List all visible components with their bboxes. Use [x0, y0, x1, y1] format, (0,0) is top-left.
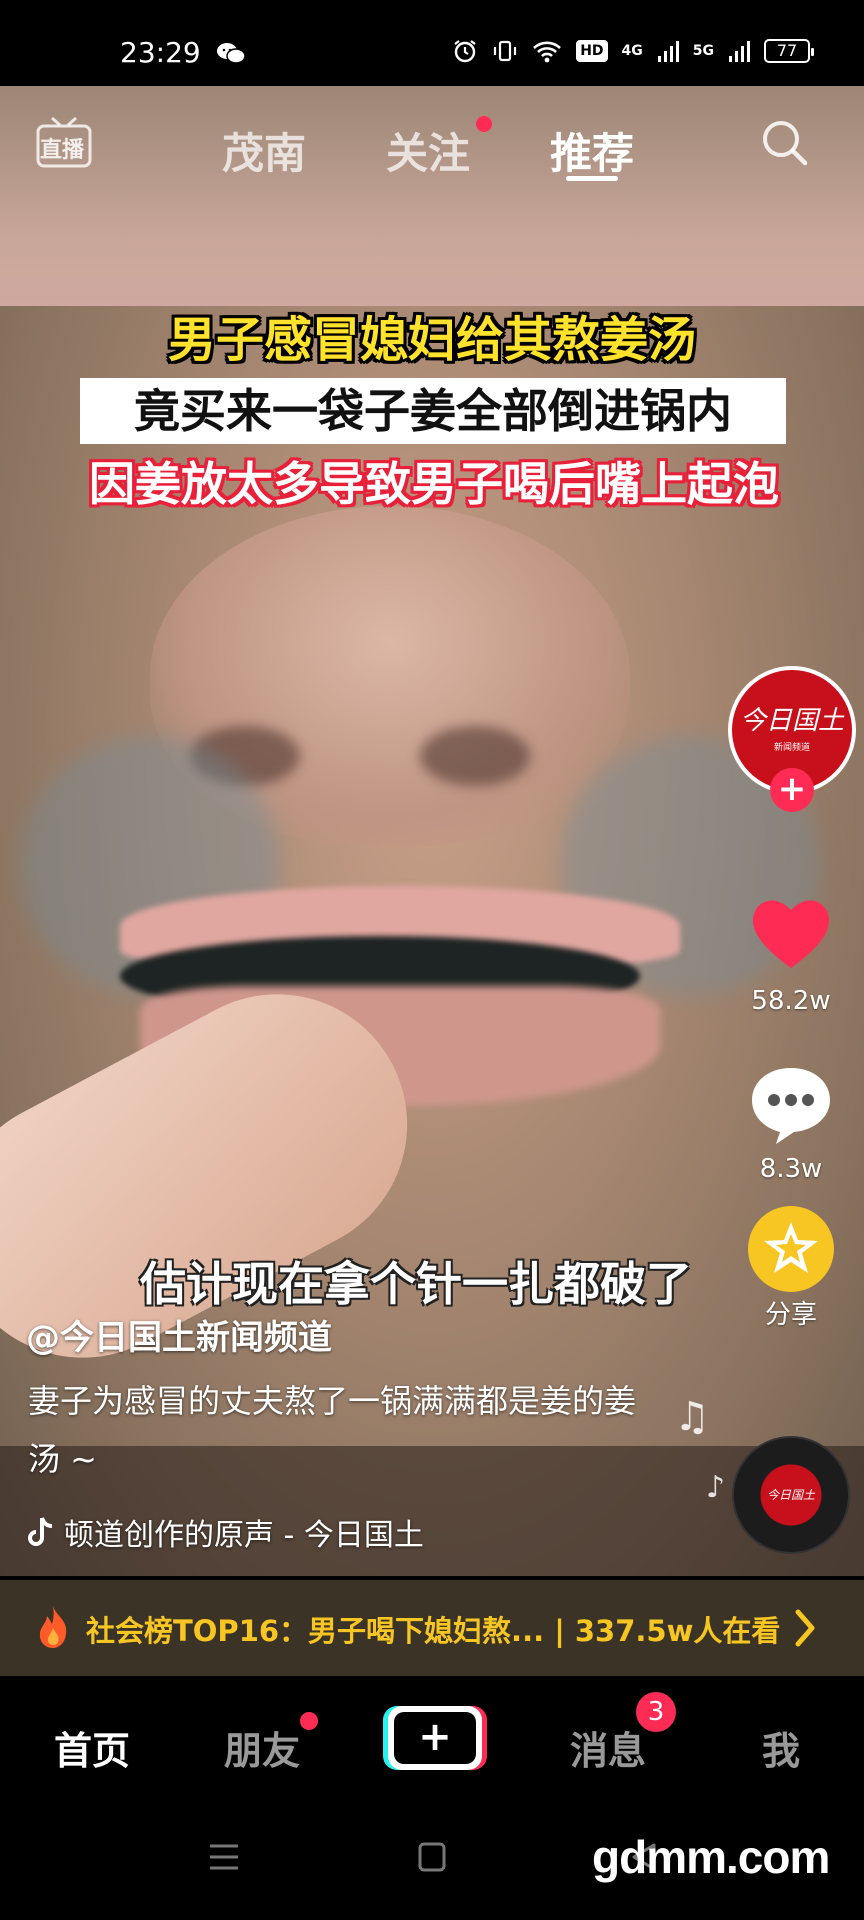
wifi-icon	[533, 41, 562, 63]
menu-icon[interactable]	[208, 1842, 240, 1872]
video-subtitle: 估计现在拿个针一扎都破了	[140, 1257, 692, 1311]
tiktok-note-icon	[28, 1517, 53, 1546]
home-square-icon[interactable]	[418, 1842, 446, 1872]
share-button[interactable]	[748, 1206, 834, 1292]
network-5g-label: 5G	[692, 43, 714, 59]
messages-badge: 3	[636, 1692, 676, 1732]
tab-me[interactable]: 我	[762, 1720, 800, 1775]
vibrate-icon	[494, 40, 517, 62]
app-root: 23:29 HD 4G 5G 77 男子感冒媳妇给其熬姜汤 竟买来一袋子姜全部倒…	[0, 0, 864, 1920]
battery-indicator: 77	[764, 39, 814, 63]
status-bar: 23:29 HD 4G 5G 77	[0, 0, 864, 86]
music-note-icon: ♫	[674, 1394, 710, 1440]
tab-local[interactable]: 茂南	[222, 120, 306, 181]
plus-icon: +	[394, 1712, 476, 1764]
tab-friends[interactable]: 朋友	[224, 1720, 300, 1775]
chevron-right-icon	[795, 1609, 815, 1647]
video-caption-line-1: 男子感冒媳妇给其熬姜汤	[167, 312, 696, 368]
share-star-icon	[764, 1222, 818, 1273]
music-title: 顿道创作的原声 - 今日国土	[64, 1518, 424, 1553]
fire-icon	[39, 1606, 67, 1648]
hd-badge: HD	[576, 40, 608, 62]
disc-logo-text: 今日国土	[766, 1488, 815, 1502]
following-dot	[476, 116, 492, 132]
signal-icon-2	[729, 41, 750, 62]
post-description[interactable]: 妻子为感冒的丈夫熬了一锅满满都是姜的姜汤 ~	[28, 1372, 648, 1488]
music-note-small-icon: ♪	[706, 1470, 726, 1505]
like-heart-icon[interactable]	[746, 888, 836, 978]
network-4g-label: 4G	[621, 43, 643, 59]
video-caption-line-2: 竟买来一袋子姜全部倒进锅内	[80, 378, 786, 444]
active-tab-indicator	[566, 176, 618, 181]
live-label: 直播	[40, 138, 85, 163]
wechat-icon	[217, 43, 246, 64]
music-info[interactable]: 顿道创作的原声 - 今日国土	[26, 1510, 424, 1554]
search-icon[interactable]	[758, 116, 812, 170]
status-time: 23:29	[120, 36, 201, 69]
hot-list-banner[interactable]: 社会榜TOP16：男子喝下媳妇熬... | 337.5w人在看	[0, 1580, 864, 1676]
tab-following[interactable]: 关注	[386, 120, 470, 181]
tab-messages[interactable]: 消息	[570, 1720, 646, 1775]
signal-icon	[657, 41, 679, 62]
follow-button[interactable]: +	[770, 768, 814, 812]
video-nostril-right	[420, 726, 530, 786]
like-count: 58.2w	[751, 986, 831, 1016]
video-caption-line-3: 因姜放太多导致男子喝后嘴上起泡	[89, 457, 779, 511]
tab-home[interactable]: 首页	[54, 1720, 130, 1775]
author-name[interactable]: @今日国土新闻频道	[26, 1310, 332, 1359]
alarm-icon	[454, 40, 476, 63]
comment-count: 8.3w	[759, 1154, 823, 1184]
share-label: 分享	[764, 1300, 817, 1330]
hot-list-text: 社会榜TOP16：男子喝下媳妇熬... | 337.5w人在看	[86, 1614, 781, 1648]
friends-dot	[300, 1712, 318, 1730]
avatar-logo-subtext: 新闻频道	[773, 743, 810, 753]
avatar-logo-text: 今日国土	[739, 706, 844, 736]
bottom-tab-bar: 首页 朋友 + 消息 3 我	[0, 1676, 864, 1806]
site-watermark: gdmm.com	[592, 1831, 830, 1883]
status-icons: HD 4G 5G 77	[452, 38, 814, 64]
create-button[interactable]: +	[388, 1706, 482, 1770]
music-disc[interactable]: 今日国土	[732, 1436, 850, 1554]
comment-bubble-icon[interactable]	[746, 1060, 836, 1150]
live-button[interactable]: 直播	[34, 114, 94, 170]
tab-recommend[interactable]: 推荐	[550, 120, 634, 181]
